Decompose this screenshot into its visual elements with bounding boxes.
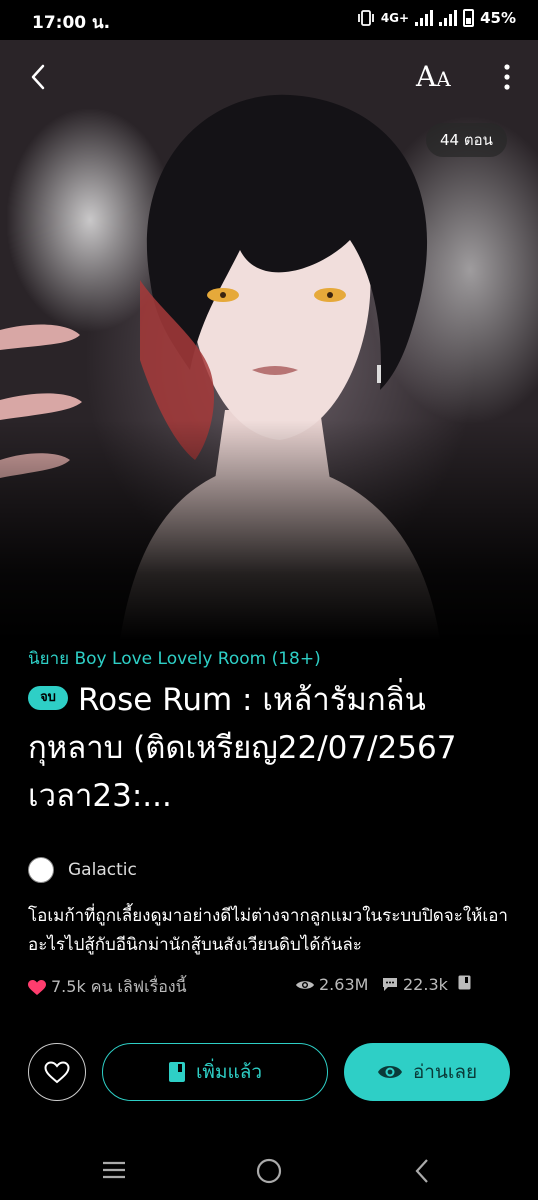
comments-count: 22.3k xyxy=(403,975,448,994)
heart-filled-icon xyxy=(28,979,46,995)
added-label: เพิ่มแล้ว xyxy=(195,1061,263,1083)
home-button[interactable] xyxy=(256,1158,282,1188)
cover-fade xyxy=(0,420,538,640)
menu-lines-icon xyxy=(103,1161,125,1179)
book-icon xyxy=(168,1062,185,1082)
episode-count-badge: 44 ตอน xyxy=(426,123,507,157)
more-button[interactable] xyxy=(502,62,512,96)
bookmark-stat xyxy=(458,975,471,990)
likes-count: 7.5k คน เลิฟเรื่องนี้ xyxy=(51,977,187,996)
more-vertical-icon xyxy=(504,64,510,90)
comment-icon xyxy=(383,978,397,991)
eye-icon xyxy=(296,980,314,989)
author-row[interactable]: Galactic xyxy=(28,857,137,883)
system-nav-bar xyxy=(0,1142,538,1200)
eye-icon xyxy=(377,1066,402,1078)
battery-level: 45% xyxy=(480,9,516,27)
views-count: 2.63M xyxy=(319,975,369,994)
favorite-button[interactable] xyxy=(28,1043,86,1101)
stats-row: 7.5k คน เลิฟเรื่องนี้ 2.63M 22.3k xyxy=(28,975,518,999)
completed-badge: จบ xyxy=(28,685,68,710)
battery-icon xyxy=(463,9,475,27)
recent-apps-button[interactable] xyxy=(102,1160,126,1184)
author-name: Galactic xyxy=(68,860,137,880)
status-time: 17:00 น. xyxy=(32,13,111,33)
signal-icon-2 xyxy=(439,10,458,26)
back-button[interactable] xyxy=(28,62,48,96)
likes-stat: 7.5k คน เลิฟเรื่องนี้ xyxy=(28,975,187,1000)
comments-stat: 22.3k xyxy=(382,975,448,994)
signal-icon xyxy=(415,10,434,26)
book-icon xyxy=(458,975,471,990)
font-size-button[interactable]: AA xyxy=(416,60,451,93)
network-label: 4G+ xyxy=(380,11,410,25)
heart-outline-icon xyxy=(44,1060,70,1083)
novel-title: จบ Rose Rum : เหล้ารัมกลิ่นกุหลาบ (ติดเหร… xyxy=(28,676,518,820)
status-icons: 4G+ 45% xyxy=(357,9,516,27)
title-text: Rose Rum : เหล้ารัมกลิ่นกุหลาบ (ติดเหรีย… xyxy=(28,682,457,814)
chevron-left-icon xyxy=(415,1159,428,1183)
font-label-big: A xyxy=(416,60,437,93)
chevron-left-icon xyxy=(31,64,45,90)
home-circle-icon xyxy=(256,1158,282,1184)
author-avatar xyxy=(28,857,54,883)
views-stat: 2.63M xyxy=(296,975,368,994)
nav-back-button[interactable] xyxy=(414,1158,430,1188)
font-label-small: A xyxy=(436,67,451,91)
read-now-button[interactable]: อ่านเลย xyxy=(344,1043,510,1101)
category-label[interactable]: นิยาย Boy Love Lovely Room (18+) xyxy=(28,645,321,672)
added-to-library-button[interactable]: เพิ่มแล้ว xyxy=(102,1043,328,1101)
status-bar: 17:00 น. 4G+ 45% xyxy=(0,0,538,40)
vibrate-icon xyxy=(357,10,374,26)
read-label: อ่านเลย xyxy=(412,1061,478,1083)
synopsis: โอเมก้าที่ถูกเลี้ยงดูมาอย่างดีไม่ต่างจาก… xyxy=(28,906,508,955)
